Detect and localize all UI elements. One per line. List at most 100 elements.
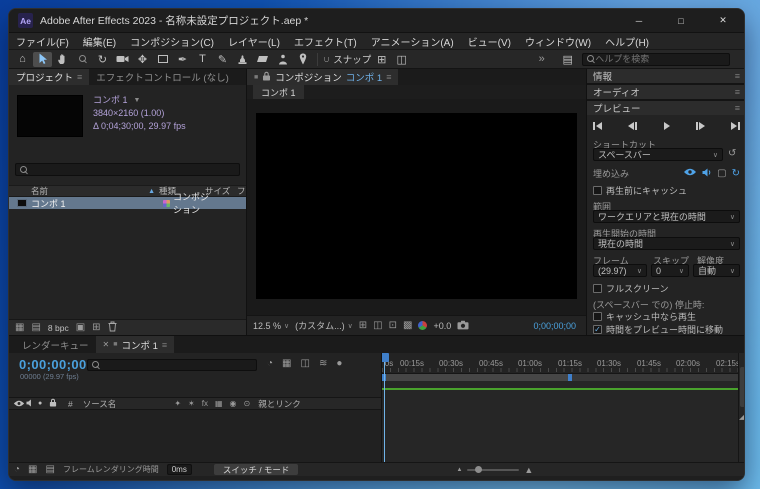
frame-blending-icon[interactable]: ≋ [319,358,327,369]
panel-menu-icon[interactable]: ≡ [77,72,82,82]
pan-behind-tool[interactable]: ✥ [133,52,152,67]
first-frame-button[interactable] [593,122,602,130]
chevron-down-icon[interactable]: ▼ [134,94,141,107]
tab-effect-controls[interactable]: エフェクトコントロール (なし) [89,69,235,85]
loop-icon[interactable]: ↻ [732,168,740,179]
mask-options-icon[interactable]: ◫ [392,52,411,67]
shy-switch-icon[interactable]: ✦ [174,399,181,408]
shape-tool[interactable] [153,52,172,67]
project-search[interactable] [15,163,240,176]
toolbar-overflow-icon[interactable]: » [532,52,551,67]
minimize-button[interactable]: ─ [618,9,660,32]
playhead-handle[interactable] [382,353,389,362]
channel-icon[interactable] [418,321,428,330]
maximize-button[interactable]: □ [660,9,702,32]
motion-blur-switch-icon[interactable]: ◉ [230,399,237,408]
audio-column-icon[interactable] [26,398,38,409]
zoom-tool[interactable] [73,52,92,67]
viewer-timecode[interactable]: 0;00;00;00 [533,321,576,331]
timeline-zoom-slider[interactable] [467,465,520,473]
motion-blur-icon[interactable]: ● [336,358,342,369]
zoom-out-mountain-icon[interactable]: ▲ [456,467,462,473]
hide-shy-layers-icon[interactable]: ◫ [301,358,310,369]
audio-include-icon[interactable] [702,168,712,180]
hash-column[interactable]: # [68,399,73,409]
project-table-header[interactable]: 名前 ▲ 種類 サイズ フ [9,185,246,197]
snapshot-icon[interactable] [457,320,469,332]
pen-tool[interactable]: ✒ [173,52,192,67]
timeline-search-input[interactable] [100,360,253,370]
menu-window[interactable]: ウィンドウ(W) [518,34,598,49]
range-dropdown[interactable]: ワークエリアと現在の時間 ∨ [593,210,740,223]
info-panel-header[interactable]: 情報 ≡ [587,69,744,83]
sort-asc-icon[interactable]: ▲ [148,188,155,195]
tab-project[interactable]: プロジェクト ≡ [9,69,90,85]
active-viewer-name[interactable]: コンポ 1 [346,70,382,84]
panel-menu-icon[interactable]: ≡ [735,71,740,81]
play-button[interactable] [663,122,670,130]
camera-tool[interactable] [113,52,132,67]
brush-tool[interactable]: ✎ [213,52,232,67]
track-area[interactable] [382,381,738,462]
project-search-input[interactable] [28,164,236,175]
eraser-tool[interactable] [253,52,272,67]
last-frame-button[interactable] [731,122,740,130]
clone-stamp-tool[interactable] [233,52,252,67]
selection-tool[interactable] [33,51,52,67]
mask-visibility-icon[interactable]: ◫ [373,320,382,331]
home-icon[interactable]: ⌂ [13,52,32,67]
render-progress-icon[interactable]: ◔ [14,464,20,475]
menu-effect[interactable]: エフェクト(T) [287,34,364,49]
parent-link-column[interactable]: 親とリンク [258,398,301,410]
lock-column-icon[interactable] [49,398,62,409]
frame-rate-dropdown[interactable]: (29.97) ∨ [593,264,647,277]
timeline-search[interactable] [87,359,257,371]
panel-menu-icon[interactable]: ≡ [735,87,740,97]
panel-menu-icon[interactable]: ≡ [162,340,167,350]
roto-brush-tool[interactable] [273,52,292,67]
comp-thumbnail[interactable] [17,95,83,137]
comp-mini-flowchart-icon[interactable]: ◔ [267,358,273,369]
zoom-slider-knob[interactable] [475,465,483,473]
new-folder-icon[interactable]: ▣ [76,322,85,333]
timeline-options-icon[interactable]: ▤ [46,464,55,475]
magnification-dropdown[interactable]: 12.5 % ∨ [253,321,289,331]
switch-mode-button[interactable]: スイッチ / モード [213,464,299,475]
solo-column-icon[interactable]: ● [38,400,49,407]
resolution-dropdown[interactable]: (カスタム...) ∨ [295,319,353,332]
resolution-preview-dropdown[interactable]: 自動 ∨ [693,264,740,277]
thumbnail-view-icon[interactable]: ▤ [31,322,40,333]
frame-blend-switch-icon[interactable]: ▦ [215,399,223,408]
menu-help[interactable]: ヘルプ(H) [598,34,656,49]
skip-dropdown[interactable]: 0 ∨ [651,264,689,277]
tab-composition[interactable]: ■ コンポジション コンポ 1 ≡ [247,69,399,85]
workspace-icon[interactable]: ▤ [558,52,577,67]
effects-switch-icon[interactable]: fx [202,399,208,408]
row-name[interactable]: コンポ 1 [31,197,163,210]
reset-icon[interactable]: ↺ [728,148,736,159]
cache-before-checkbox[interactable]: 再生前にキャッシュ [593,184,687,197]
overlays-include-icon[interactable]: ▢ [717,168,726,179]
menu-view[interactable]: ビュー(V) [461,34,518,49]
menu-layer[interactable]: レイヤー(L) [221,34,287,49]
collapse-switch-icon[interactable]: ✶ [188,399,195,408]
hand-tool[interactable] [53,52,72,67]
video-column-icon[interactable] [13,399,26,409]
menu-edit[interactable]: 編集(E) [76,34,123,49]
video-include-icon[interactable] [683,168,697,179]
play-from-dropdown[interactable]: 現在の時間 ∨ [593,237,740,250]
list-view-icon[interactable]: ▦ [15,322,24,333]
draft-3d-icon[interactable]: ▦ [282,358,291,369]
shortcut-dropdown[interactable]: スペースバー ∨ [593,148,723,161]
time-ruler[interactable]: 0s 00:15s 00:30s 00:45s 01:00s 01:15s 01… [382,353,738,374]
fullscreen-checkbox[interactable]: フルスクリーン [593,282,669,295]
play-cached-checkbox[interactable]: キャッシュ中なら再生 [593,310,696,323]
lock-icon[interactable] [262,71,271,84]
work-area-segment[interactable] [382,374,572,381]
help-search-input[interactable] [595,54,727,64]
region-of-interest-icon[interactable]: ⊡ [389,320,397,331]
threed-switch-icon[interactable]: ⊙ [244,399,251,408]
work-area-bar[interactable] [382,374,738,381]
orbit-camera-tool[interactable]: ↻ [93,52,112,67]
project-bpc-button[interactable]: 8 bpc [48,323,69,333]
